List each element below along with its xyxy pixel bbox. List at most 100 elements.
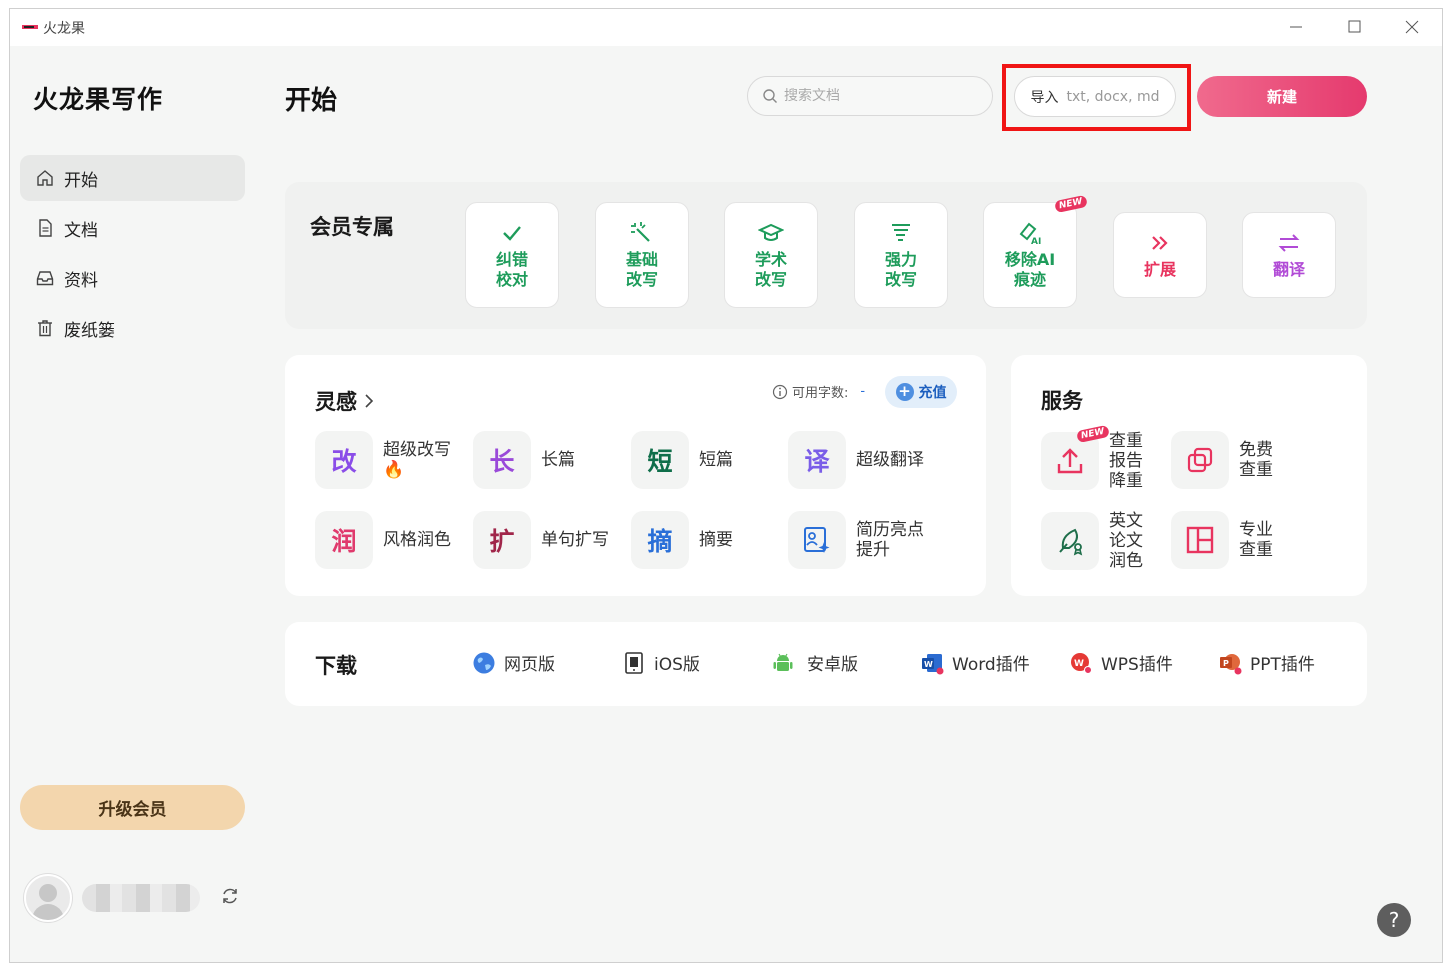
feature-label: 改写 xyxy=(625,270,658,289)
layout-icon xyxy=(1186,526,1214,554)
service-pro-check[interactable]: 专业 查重 xyxy=(1171,511,1273,569)
search-input[interactable] xyxy=(784,88,974,104)
feature-remove-ai-trace[interactable]: AI 移除AI 痕迹 xyxy=(983,202,1077,308)
tool-super-translate[interactable]: 译 超级翻译 xyxy=(788,431,924,489)
sidebar-item-documents[interactable]: 文档 xyxy=(20,205,245,251)
tool-label: 提升 xyxy=(856,540,890,560)
service-label: 降重 xyxy=(1109,471,1143,491)
help-button[interactable]: ? xyxy=(1377,903,1411,937)
tool-summary[interactable]: 摘 摘要 xyxy=(631,511,733,569)
sidebar-item-materials[interactable]: 资料 xyxy=(20,255,245,301)
download-word-plugin[interactable]: W Word插件 xyxy=(920,650,1030,675)
tool-resume-highlight[interactable]: 简历亮点 提升 xyxy=(788,511,924,569)
svg-text:W: W xyxy=(1074,659,1084,669)
feature-label: 翻译 xyxy=(1272,260,1305,279)
credits-info: 可用字数: - xyxy=(772,382,865,401)
tool-glyph: 润 xyxy=(315,511,373,569)
phone-icon xyxy=(625,651,643,674)
inbox-icon xyxy=(36,271,54,286)
tool-glyph: 长 xyxy=(473,431,531,489)
fire-icon: 🔥 xyxy=(383,460,405,480)
sidebar-item-start[interactable]: 开始 xyxy=(20,155,245,201)
tool-glyph: 短 xyxy=(631,431,689,489)
tool-sentence-expand[interactable]: 扩 单句扩写 xyxy=(473,511,609,569)
sidebar-item-trash[interactable]: 废纸篓 xyxy=(20,305,245,351)
avatar[interactable] xyxy=(24,874,72,922)
copy-icon xyxy=(1187,447,1213,473)
magic-wand-icon xyxy=(631,222,650,242)
plus-icon: + xyxy=(895,383,914,401)
tool-label: 简历亮点 xyxy=(856,520,924,540)
service-free-check[interactable]: 免费 查重 xyxy=(1171,431,1273,489)
maximize-icon[interactable] xyxy=(1342,16,1366,38)
feature-label: 扩展 xyxy=(1143,260,1176,279)
upload-icon xyxy=(1057,448,1083,474)
sidebar-item-label: 开始 xyxy=(64,170,98,191)
page-title: 开始 xyxy=(285,86,338,116)
tool-label: 摘要 xyxy=(699,530,733,550)
service-english-polish[interactable]: 英文 论文 润色 xyxy=(1041,511,1143,571)
window-title: 火龙果 xyxy=(43,21,85,37)
feature-translate[interactable]: 翻译 xyxy=(1242,212,1336,298)
recharge-button[interactable]: + 充值 xyxy=(885,376,957,408)
service-label: 英文 xyxy=(1109,511,1143,531)
import-button[interactable]: 导入 txt, docx, md xyxy=(1014,76,1176,117)
download-wps-plugin[interactable]: W WPS插件 xyxy=(1069,650,1173,675)
tool-glyph: 改 xyxy=(315,431,373,489)
feature-academic-rewrite[interactable]: 学术 改写 xyxy=(724,202,818,308)
new-document-button[interactable]: 新建 xyxy=(1197,76,1367,117)
download-label: Word插件 xyxy=(952,655,1030,675)
word-icon: W xyxy=(922,653,944,674)
tool-long-form[interactable]: 长 长篇 xyxy=(473,431,575,489)
download-label: iOS版 xyxy=(654,655,700,675)
feature-label: 强力 xyxy=(884,250,917,269)
import-formats: txt, docx, md xyxy=(1066,88,1160,105)
feature-strong-rewrite[interactable]: 强力 改写 xyxy=(854,202,948,308)
svg-text:AI: AI xyxy=(1031,237,1041,246)
svg-text:W: W xyxy=(924,660,933,669)
download-label: 网页版 xyxy=(504,655,555,675)
tool-label: 风格润色 xyxy=(383,530,451,550)
tool-super-rewrite[interactable]: 改 超级改写 🔥 xyxy=(315,431,451,489)
services-title: 服务 xyxy=(1041,389,1083,413)
minimize-icon[interactable] xyxy=(1284,16,1308,38)
service-icon-box xyxy=(1041,512,1099,570)
tool-label: 超级翻译 xyxy=(856,450,924,470)
trash-icon xyxy=(38,320,52,337)
sync-icon[interactable] xyxy=(220,886,240,906)
service-icon-box xyxy=(1171,431,1229,489)
sidebar-item-label: 文档 xyxy=(64,220,98,241)
download-android[interactable]: 安卓版 xyxy=(771,650,858,675)
tool-glyph: 译 xyxy=(788,431,846,489)
tool-style-polish[interactable]: 润 风格润色 xyxy=(315,511,451,569)
download-ios[interactable]: iOS版 xyxy=(622,650,700,675)
feature-label: 痕迹 xyxy=(1013,270,1046,289)
upgrade-member-button[interactable]: 升级会员 xyxy=(20,785,245,830)
swap-arrows-icon xyxy=(1278,234,1300,252)
download-title: 下载 xyxy=(315,654,357,678)
tool-glyph: 摘 xyxy=(631,511,689,569)
tool-short-form[interactable]: 短 短篇 xyxy=(631,431,733,489)
feature-basic-rewrite[interactable]: 基础 改写 xyxy=(595,202,689,308)
search-icon xyxy=(763,89,777,103)
title-bar: 火龙果 xyxy=(10,9,1442,46)
chevron-right-icon xyxy=(365,394,374,408)
inspiration-title-link[interactable]: 灵感 xyxy=(315,386,375,416)
quill-icon xyxy=(1059,528,1083,556)
feature-proofread[interactable]: 纠错 校对 xyxy=(465,202,559,308)
search-box[interactable] xyxy=(747,76,993,116)
download-web[interactable]: 网页版 xyxy=(472,650,555,675)
tool-icon-box xyxy=(788,511,846,569)
android-icon xyxy=(773,653,793,671)
tornado-icon xyxy=(892,224,910,241)
feature-label: 改写 xyxy=(884,270,917,289)
feature-expand[interactable]: 扩展 xyxy=(1113,212,1207,298)
members-title: 会员专属 xyxy=(310,215,394,239)
download-ppt-plugin[interactable]: P PPT插件 xyxy=(1218,650,1315,675)
tool-label: 超级改写 xyxy=(383,440,451,460)
credits-label: 可用字数: xyxy=(792,386,849,401)
service-label: 论文 xyxy=(1109,531,1143,551)
download-label: WPS插件 xyxy=(1101,655,1173,675)
wps-icon: W xyxy=(1071,652,1092,674)
close-icon[interactable] xyxy=(1400,16,1424,38)
